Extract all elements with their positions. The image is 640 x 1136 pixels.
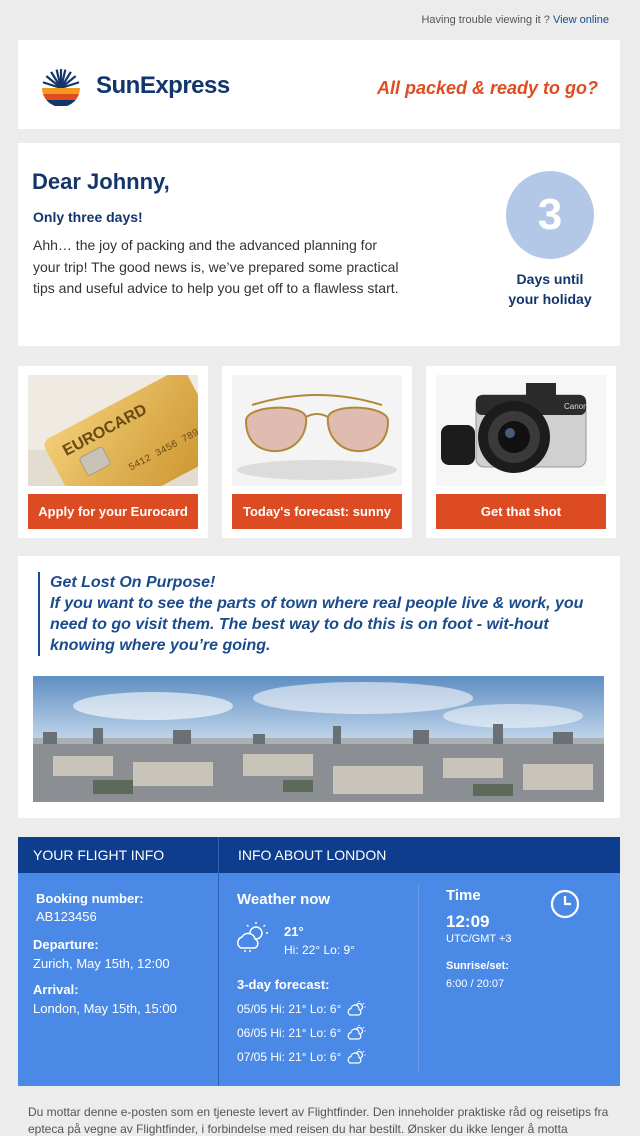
city-info-heading: INFO ABOUT LONDON	[219, 837, 620, 873]
days-countdown-badge: 3	[506, 171, 594, 259]
quote-body: If you want to see the parts of town whe…	[50, 595, 584, 654]
days-label-line1: Days until	[516, 271, 584, 287]
greeting-subheading: Only three days!	[33, 209, 143, 225]
brand-logo[interactable]: SunExpress	[40, 66, 230, 106]
days-countdown-label: Days until your holiday	[498, 269, 602, 309]
arrival-label: Arrival:	[33, 982, 79, 997]
camera-image[interactable]: Canon	[436, 375, 606, 486]
quote-block: Get Lost On Purpose! If you want to see …	[38, 572, 598, 656]
time-label: Time	[446, 887, 481, 904]
get-that-shot-button[interactable]: Get that shot	[436, 494, 606, 529]
quote-card: Get Lost On Purpose! If you want to see …	[18, 556, 620, 818]
forecast-text: 06/05 Hi: 21° Lo: 6°	[237, 1026, 342, 1040]
credit-card-image[interactable]: EUROCARD 5412 3456 7890	[28, 375, 198, 486]
column-divider	[418, 885, 419, 1071]
column-divider	[218, 837, 219, 1086]
footer-disclaimer: Du mottar denne e-posten som en tjeneste…	[28, 1105, 609, 1136]
header-card: SunExpress All packed & ready to go?	[18, 40, 620, 129]
greeting-body: Ahh… the joy of packing and the advanced…	[33, 237, 399, 296]
sun-logo-icon	[42, 69, 80, 106]
partly-cloudy-icon	[237, 922, 268, 952]
apply-eurocard-button[interactable]: Apply for your Eurocard	[28, 494, 198, 529]
todays-forecast-button[interactable]: Today's forecast: sunny	[232, 494, 402, 529]
sunrise-sunset-label: Sunrise/set:	[446, 960, 509, 972]
sunrise-sunset-value: 6:00 / 20:07	[446, 978, 505, 990]
partly-cloudy-icon	[347, 1025, 366, 1040]
clock-icon	[550, 889, 580, 919]
info-panel: YOUR FLIGHT INFO INFO ABOUT LONDON Booki…	[18, 837, 620, 1086]
sunglasses-image[interactable]	[232, 375, 402, 486]
departure-label: Departure:	[33, 937, 99, 952]
partly-cloudy-icon	[347, 1001, 366, 1016]
top-bar: Having trouble viewing it ? View online	[0, 0, 640, 40]
tile-forecast: Today's forecast: sunny	[222, 366, 412, 538]
forecast-text: 07/05 Hi: 21° Lo: 6°	[237, 1050, 342, 1064]
partly-cloudy-icon	[347, 1049, 366, 1064]
brand-name: SunExpress	[96, 72, 230, 99]
quote-title: Get Lost On Purpose!	[50, 574, 216, 591]
weather-now-label: Weather now	[237, 891, 331, 908]
tagline: All packed & ready to go?	[376, 78, 598, 98]
greeting-card: Dear Johnny, Only three days! Ahh… the j…	[18, 143, 620, 346]
forecast-row: 06/05 Hi: 21° Lo: 6°	[237, 1024, 367, 1042]
forecast-row: 07/05 Hi: 21° Lo: 6°	[237, 1048, 367, 1066]
flight-info-heading: YOUR FLIGHT INFO	[18, 837, 218, 873]
timezone: UTC/GMT +3	[446, 933, 512, 945]
forecast-row: 05/05 Hi: 21° Lo: 6°	[237, 1000, 367, 1018]
departure-value: Zurich, May 15th, 12:00	[33, 956, 170, 971]
arrival-value: London, May 15th, 15:00	[33, 1001, 177, 1016]
camera-brand-text: Canon	[564, 402, 588, 411]
london-panorama-image[interactable]	[33, 676, 604, 802]
trouble-viewing-text: Having trouble viewing it ?	[421, 14, 550, 26]
booking-value: AB123456	[36, 909, 97, 924]
view-online-link[interactable]: View online	[553, 14, 609, 26]
forecast-label: 3-day forecast:	[237, 977, 330, 992]
current-hi-lo: Hi: 22° Lo: 9°	[284, 943, 355, 957]
current-temperature: 21°	[284, 924, 304, 939]
salutation: Dear Johnny,	[32, 169, 170, 194]
days-label-line2: your holiday	[508, 291, 592, 307]
booking-label: Booking number:	[36, 891, 144, 906]
tile-camera: Canon Get that shot	[426, 366, 616, 538]
local-time: 12:09	[446, 912, 490, 931]
forecast-text: 05/05 Hi: 21° Lo: 6°	[237, 1002, 342, 1016]
tile-eurocard: EUROCARD 5412 3456 7890 Apply for your E…	[18, 366, 208, 538]
